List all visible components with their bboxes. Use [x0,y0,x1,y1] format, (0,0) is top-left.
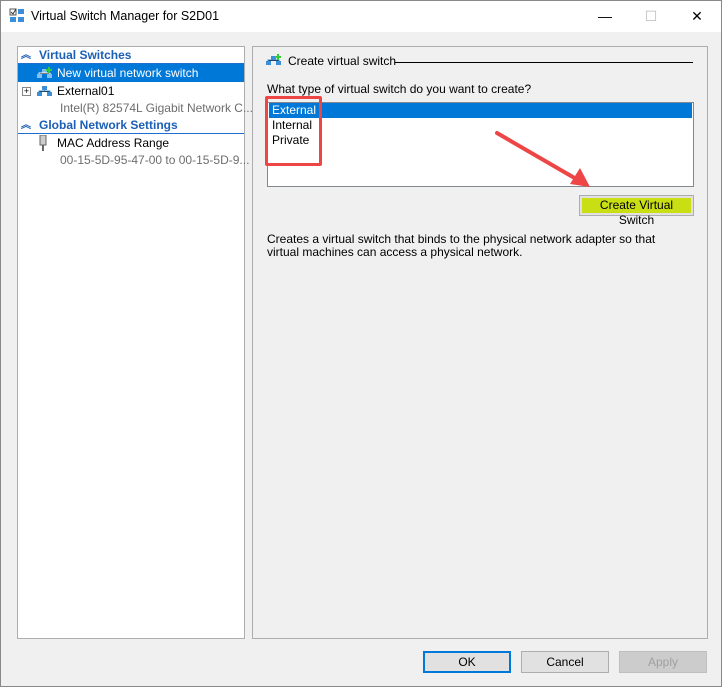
item-label: New virtual network switch [57,66,199,80]
switch-manager-icon [9,8,24,22]
switch-type-question: What type of virtual switch do you want … [267,82,532,96]
divider [395,62,693,63]
option-internal[interactable]: Internal [269,118,692,133]
window-title: Virtual Switch Manager for S2D01 [31,9,220,23]
new-virtual-switch-item[interactable]: New virtual network switch [18,64,244,82]
external01-adapter: Intel(R) 82574L Gigabit Network C... [60,101,253,115]
collapse-chevron-icon[interactable]: ︽ [21,47,31,64]
item-label: MAC Address Range [57,136,170,150]
network-switch-icon [37,86,52,96]
expand-icon[interactable]: + [22,87,31,96]
network-add-icon [266,54,281,65]
switch-type-list[interactable]: External Internal Private [267,102,694,187]
virtual-switches-header[interactable]: ︽ Virtual Switches [18,47,244,64]
minimize-button[interactable]: — [582,1,628,32]
details-pane: Create virtual switch What type of virtu… [252,46,708,639]
ok-button[interactable]: OK [423,651,511,673]
cancel-button[interactable]: Cancel [521,651,609,673]
item-label: External01 [57,84,115,98]
button-label: Create Virtual Switch [582,198,691,227]
external01-item[interactable]: + External01 [18,82,244,100]
option-external[interactable]: External [269,103,692,118]
section-title: Create virtual switch [288,54,397,68]
global-network-settings-header[interactable]: ︽ Global Network Settings [18,117,244,134]
option-private[interactable]: Private [269,133,692,148]
header-label: Global Network Settings [39,118,178,132]
dialog-window: Virtual Switch Manager for S2D01 — ☐ ✕ ︽… [0,0,722,687]
apply-button[interactable]: Apply [619,651,707,673]
network-cable-icon [39,135,47,151]
collapse-chevron-icon[interactable]: ︽ [21,117,31,134]
mac-address-range-item[interactable]: MAC Address Range [18,134,244,152]
mac-address-range-value: 00-15-5D-95-47-00 to 00-15-5D-9... [60,153,250,167]
navigation-tree: ︽ Virtual Switches New virtual network sw… [17,46,253,639]
switch-type-description: Creates a virtual switch that binds to t… [267,232,656,259]
header-label: Virtual Switches [39,48,132,62]
title-bar: Virtual Switch Manager for S2D01 — ☐ ✕ [1,1,721,32]
maximize-button[interactable]: ☐ [628,1,674,32]
create-virtual-switch-button[interactable]: Create Virtual Switch [579,195,694,227]
close-button[interactable]: ✕ [674,1,720,32]
network-add-icon [37,67,52,78]
